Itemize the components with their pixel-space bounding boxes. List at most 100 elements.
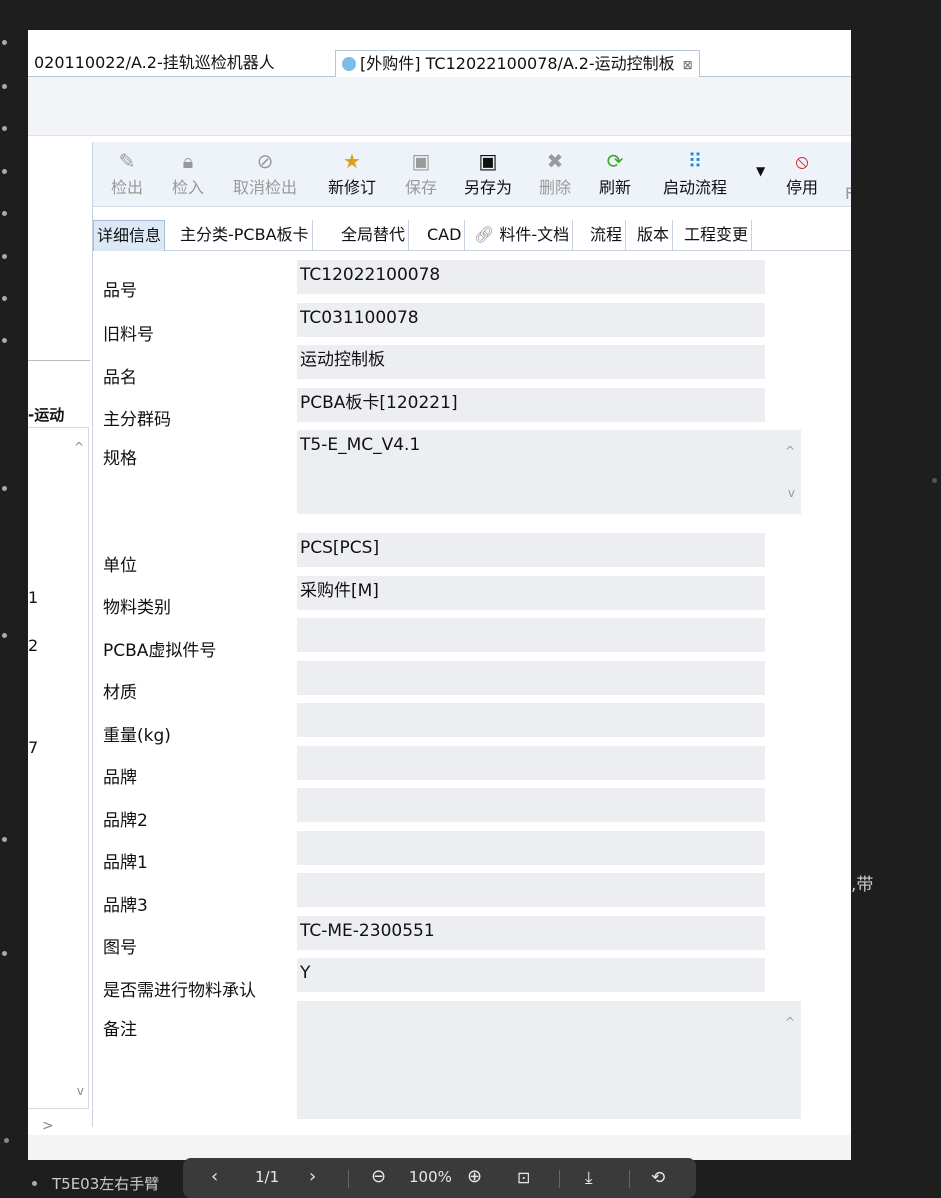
main-group-code-field[interactable]: PCBA板卡[120221] — [297, 388, 765, 422]
next-page-icon[interactable]: › — [309, 1166, 316, 1187]
download-icon[interactable]: ⤓ — [585, 1168, 593, 1188]
list-item[interactable]: 2 — [28, 636, 38, 655]
scroll-down-icon[interactable]: v — [788, 478, 795, 508]
new-revision-icon: ★ — [343, 149, 361, 173]
delete-icon: ✖ — [546, 149, 564, 173]
brand-field[interactable] — [297, 746, 765, 780]
field-label: 重量(kg) — [103, 726, 171, 746]
list-item[interactable]: 7 — [28, 738, 38, 757]
save-as-button[interactable]: ▣ 另存为 — [464, 150, 512, 198]
background-dot — [932, 478, 937, 483]
fit-page-icon[interactable]: ⊡ — [517, 1168, 530, 1187]
rotate-icon[interactable]: ⟲ — [651, 1168, 665, 1188]
tab-label: [外购件] TC12022100078/A.2-运动控制板 — [360, 54, 675, 73]
close-icon[interactable]: ⊠ — [683, 58, 693, 72]
field-label: 品牌2 — [103, 811, 148, 831]
tab-label: 主分类-PCBA板卡 — [180, 225, 309, 244]
left-tree-pane: -运动 ^ 1 2 7 v > — [28, 142, 90, 1134]
pdf-viewer-toolbar: ‹ 1/1 › ⊖ 100% ⊕ ⊡ ⤓ ⟲ — [183, 1158, 696, 1198]
cancel-checkout-icon: ⊘ — [256, 149, 274, 173]
scroll-up-icon[interactable]: ^ — [785, 436, 795, 466]
save-as-label: 另存为 — [464, 178, 513, 197]
tab-motion-control-board[interactable]: [外购件] TC12022100078/A.2-运动控制板 ⊠ — [335, 50, 700, 77]
zoom-in-icon[interactable]: ⊕ — [467, 1166, 482, 1187]
field-label: 品号 — [103, 281, 137, 301]
zoom-out-icon[interactable]: ⊖ — [371, 1166, 386, 1187]
tab-global-substitute[interactable]: 全局替代 — [338, 220, 410, 250]
drawing-number-field[interactable]: TC-ME-2300551 — [297, 916, 765, 950]
scroll-right-icon[interactable]: > — [42, 1118, 54, 1134]
part-cube-icon — [342, 57, 356, 71]
unit-field[interactable]: PCS[PCS] — [297, 533, 765, 567]
tab-engineering-change[interactable]: 工程变更 — [681, 220, 753, 250]
tab-label: 版本 — [637, 225, 670, 244]
pcba-virtual-part-field[interactable] — [297, 618, 765, 652]
brand2-field[interactable] — [297, 788, 765, 822]
field-label: 备注 — [103, 1020, 137, 1040]
start-workflow-button[interactable]: ⠿ 启动流程 — [663, 150, 727, 198]
field-label: 物料类别 — [103, 598, 171, 618]
prev-page-icon[interactable]: ‹ — [211, 1166, 218, 1187]
material-approval-field[interactable]: Y — [297, 958, 765, 992]
tab-label: 全局替代 — [341, 225, 406, 244]
new-revision-label: 新修订 — [328, 178, 377, 197]
cancel-checkout-button[interactable]: ⊘ 取消检出 — [233, 150, 297, 198]
secondary-bar — [28, 77, 851, 136]
chevron-down-icon[interactable]: ▼ — [756, 164, 765, 178]
material-field[interactable] — [297, 661, 765, 695]
material-category-field[interactable]: 采购件[M] — [297, 576, 765, 610]
bullet — [2, 84, 7, 89]
field-label: 单位 — [103, 556, 137, 576]
tab-label: 料件-文档 — [499, 225, 570, 244]
checkout-button[interactable]: ✎ 检出 — [111, 150, 143, 198]
bullet — [2, 951, 7, 956]
tab-detail-info[interactable]: 详细信息 — [93, 220, 166, 251]
tab-main-category[interactable]: 主分类-PCBA板卡 — [177, 220, 313, 250]
doc-pen-icon: ✎ — [118, 149, 136, 173]
tab-cad[interactable]: CAD — [424, 220, 466, 250]
save-icon: ▣ — [411, 149, 431, 173]
workflow-icon: ⠿ — [687, 149, 703, 173]
checkin-label: 检入 — [172, 178, 205, 197]
status-bar — [28, 1135, 851, 1160]
tab-label: 流程 — [590, 225, 623, 244]
save-label: 保存 — [405, 178, 438, 197]
field-label: 品牌1 — [103, 853, 148, 873]
list-item[interactable]: 1 — [28, 588, 38, 607]
checkin-button[interactable]: 🔒︎ 检入 — [172, 150, 204, 198]
new-revision-button[interactable]: ★ 新修订 — [328, 150, 376, 198]
tab-version[interactable]: 版本 — [634, 220, 674, 250]
tab-item-document[interactable]: 🔗︎ 料件-文档 — [471, 220, 574, 250]
disable-button[interactable]: ⦸ 停用 — [786, 150, 818, 198]
delete-button[interactable]: ✖ 删除 — [539, 150, 571, 198]
save-button[interactable]: ▣ 保存 — [405, 150, 437, 198]
old-part-number-field[interactable]: TC031100078 — [297, 303, 765, 337]
field-label: 品名 — [103, 368, 137, 388]
brand1-field[interactable] — [297, 831, 765, 865]
background-text-fragment: ,带 — [851, 875, 874, 895]
tab-workflow[interactable]: 流程 — [587, 220, 627, 250]
bullet — [2, 211, 7, 216]
bullet — [2, 486, 7, 491]
brand3-field[interactable] — [297, 873, 765, 907]
link-icon: 🔗︎ — [474, 225, 500, 244]
tree-node-title[interactable]: -运动 — [28, 404, 64, 425]
field-label: PCBA虚拟件号 — [103, 641, 217, 661]
part-number-field[interactable]: TC12022100078 — [297, 260, 765, 294]
scroll-up-icon[interactable]: ^ — [74, 440, 84, 454]
scroll-down-icon[interactable]: v — [77, 1084, 84, 1098]
bullet — [2, 40, 7, 45]
weight-field[interactable] — [297, 703, 765, 737]
bullet — [32, 1181, 37, 1186]
bullet — [4, 1138, 9, 1143]
scroll-up-icon[interactable]: ^ — [785, 1007, 795, 1037]
tab-label: 工程变更 — [684, 225, 749, 244]
divider — [559, 1170, 560, 1188]
field-label: 是否需进行物料承认 — [103, 981, 256, 1001]
part-name-field[interactable]: 运动控制板 — [297, 345, 765, 379]
remarks-field[interactable]: ^ — [297, 1001, 801, 1119]
spec-field[interactable]: T5-E_MC_V4.1 ^ v — [297, 430, 801, 514]
toolbar-overflow-text: F — [845, 184, 851, 203]
refresh-button[interactable]: ⟳ 刷新 — [599, 150, 631, 198]
tab-robot-item[interactable]: 020110022/A.2-挂轨巡检机器人 — [28, 50, 281, 76]
